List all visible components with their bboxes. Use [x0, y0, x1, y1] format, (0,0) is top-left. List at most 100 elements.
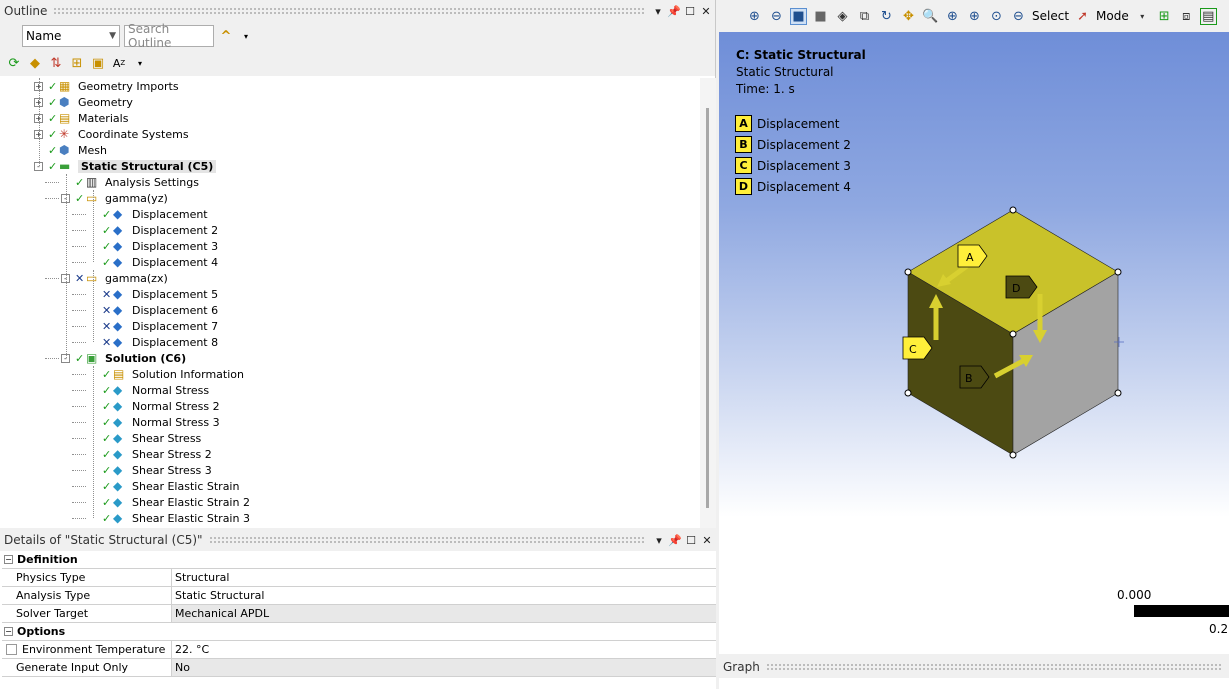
- wireframe-cube-icon[interactable]: ■: [812, 9, 829, 24]
- tree-item[interactable]: + ✓ ⬢ Geometry: [34, 94, 133, 110]
- details-property-row[interactable]: Environment Temperature 22. °C: [2, 641, 716, 659]
- pan-icon[interactable]: ✥: [900, 9, 917, 24]
- search-outline-input[interactable]: Search Outline: [124, 22, 214, 50]
- property-value[interactable]: 22. °C: [172, 641, 716, 658]
- tree-item[interactable]: ✓ ◆ Shear Elastic Strain 2: [88, 494, 250, 510]
- tag-icon[interactable]: ◆: [27, 55, 43, 71]
- display-options-icon[interactable]: ◈: [834, 9, 851, 24]
- tree-item[interactable]: ✓ ◆ Normal Stress 3: [88, 414, 220, 430]
- details-section-header[interactable]: − Options: [2, 623, 716, 641]
- chevron-down-icon: ▼: [109, 31, 116, 41]
- tree-item[interactable]: + ✓ ▤ Materials: [34, 110, 128, 126]
- tree-item[interactable]: + ✓ ▦ Geometry Imports: [34, 78, 179, 94]
- tree-item[interactable]: ✓ ◆ Normal Stress 2: [88, 398, 220, 414]
- vertex-marker[interactable]: [1114, 268, 1122, 276]
- tree-item-label: Shear Stress 3: [132, 463, 212, 477]
- window-icon[interactable]: ⧈: [1178, 9, 1195, 24]
- vertex-marker[interactable]: [904, 389, 912, 397]
- tree-item[interactable]: ✓ ◆ Displacement 3: [88, 238, 218, 254]
- tree-item[interactable]: ✓ ◆ Shear Elastic Strain: [88, 478, 239, 494]
- vertex-marker[interactable]: [1009, 451, 1017, 459]
- edges-icon[interactable]: ⧉: [856, 9, 873, 24]
- graphics-viewport[interactable]: C: Static Structural Static Structural T…: [719, 32, 1229, 654]
- chevron-down-icon[interactable]: ▾: [1134, 12, 1151, 21]
- zoom-fit-icon[interactable]: ⊕: [966, 9, 983, 24]
- outline-panel: Outline ▾ 📌 ☐ ✕ Name ▼ Search Outline ^ …: [0, 0, 716, 528]
- tree-item[interactable]: + ✓ ✳ Coordinate Systems: [34, 126, 189, 142]
- zoom-icon[interactable]: 🔍: [922, 9, 939, 24]
- tree-item[interactable]: ✓ ▤ Solution Information: [88, 366, 244, 382]
- dropdown-arrow-icon[interactable]: ▾: [652, 533, 666, 547]
- pin-icon[interactable]: 📌: [667, 4, 681, 18]
- tree-item[interactable]: ✓ ⬢ Mesh: [34, 142, 107, 158]
- collapse-icon[interactable]: −: [4, 555, 13, 564]
- close-icon[interactable]: ✕: [699, 4, 713, 18]
- displacement-icon: ◆: [113, 302, 123, 317]
- refresh-icon[interactable]: ⟳: [6, 55, 22, 71]
- parameter-checkbox[interactable]: [6, 644, 17, 655]
- tree-item-label: Shear Elastic Strain: [132, 479, 240, 493]
- tree-item[interactable]: ✓ ◆ Shear Stress 3: [88, 462, 212, 478]
- layout-icon[interactable]: ▤: [1199, 7, 1217, 25]
- tree-item[interactable]: - ✓ ▭ gamma(yz): [61, 190, 168, 206]
- filter-icon[interactable]: ▣: [90, 55, 106, 71]
- dropdown-arrow-icon[interactable]: ▾: [651, 4, 665, 18]
- tree-item[interactable]: ✓ ◆ Shear Stress: [88, 430, 201, 446]
- tree-item[interactable]: ✓ ◆ Normal Stress: [88, 382, 209, 398]
- maximize-icon[interactable]: ☐: [684, 533, 698, 547]
- tree-structure-icon[interactable]: ⊞: [1156, 9, 1173, 24]
- zoom-out-icon[interactable]: ⊖: [768, 9, 785, 24]
- cursor-icon[interactable]: ➚: [1074, 9, 1091, 24]
- property-value[interactable]: Mechanical APDL: [172, 605, 716, 622]
- filter-type-select[interactable]: Name ▼: [22, 25, 120, 47]
- mode-button[interactable]: Mode: [1096, 9, 1129, 23]
- close-icon[interactable]: ✕: [700, 533, 714, 547]
- tree-item[interactable]: ✕ ◆ Displacement 7: [88, 318, 218, 334]
- property-name-label: Physics Type: [16, 571, 86, 584]
- details-property-row[interactable]: Solver Target Mechanical APDL: [2, 605, 716, 623]
- tree-item[interactable]: - ✕ ▭ gamma(zx): [61, 270, 168, 286]
- expand-all-icon[interactable]: ⊞: [69, 55, 85, 71]
- details-property-row[interactable]: Physics Type Structural: [2, 569, 716, 587]
- shaded-cube-icon[interactable]: ■: [790, 7, 807, 25]
- rotate-icon[interactable]: ↻: [878, 9, 895, 24]
- tree-item[interactable]: - ✓ ▣ Solution (C6): [61, 350, 186, 366]
- vertex-marker[interactable]: [1114, 389, 1122, 397]
- vertex-marker[interactable]: [1009, 330, 1017, 338]
- tree-item[interactable]: ✓ ▥ Analysis Settings: [61, 174, 199, 190]
- collapse-icon[interactable]: −: [4, 627, 13, 636]
- zoom-to-fit-icon[interactable]: ⊙: [988, 9, 1005, 24]
- sort-alpha-icon[interactable]: AZ: [111, 55, 127, 71]
- sort-icon[interactable]: ⇅: [48, 55, 64, 71]
- dropdown-small-icon[interactable]: ▾: [238, 28, 254, 44]
- property-value[interactable]: Structural: [172, 569, 716, 586]
- vertex-marker[interactable]: [1009, 206, 1017, 214]
- tree-item[interactable]: ✓ ◆ Shear Elastic Strain 3: [88, 510, 250, 526]
- zoom-box-icon[interactable]: ⊕: [944, 9, 961, 24]
- tree-item[interactable]: ✕ ◆ Displacement 8: [88, 334, 218, 350]
- tree-item[interactable]: ✕ ◆ Displacement 5: [88, 286, 218, 302]
- maximize-icon[interactable]: ☐: [683, 4, 697, 18]
- tree-item-label: Displacement 6: [132, 303, 219, 317]
- zoom-in-icon[interactable]: ⊕: [746, 9, 763, 24]
- tree-item[interactable]: ✓ ◆ Displacement: [88, 206, 208, 222]
- displacement-icon: ◆: [113, 206, 123, 221]
- scrollbar-thumb[interactable]: [706, 108, 709, 508]
- details-property-row[interactable]: Generate Input Only No: [2, 659, 716, 677]
- vertex-marker[interactable]: [904, 268, 912, 276]
- chevron-up-icon[interactable]: ^: [218, 28, 234, 44]
- tree-item[interactable]: ✓ ◆ Displacement 4: [88, 254, 218, 270]
- outline-scrollbar[interactable]: [700, 78, 716, 528]
- magnifier-icon[interactable]: ⊖: [1010, 9, 1027, 24]
- pin-icon[interactable]: 📌: [668, 533, 682, 547]
- tree-item[interactable]: ✓ ◆ Displacement 2: [88, 222, 218, 238]
- tree-item[interactable]: - ✓ ▬ Static Structural (C5): [34, 158, 217, 174]
- property-value[interactable]: No: [172, 659, 716, 676]
- dropdown-small-icon[interactable]: ▾: [132, 55, 148, 71]
- details-property-row[interactable]: Analysis Type Static Structural: [2, 587, 716, 605]
- tree-item[interactable]: ✕ ◆ Displacement 6: [88, 302, 218, 318]
- select-button[interactable]: Select: [1032, 9, 1069, 23]
- details-section-header[interactable]: − Definition: [2, 551, 716, 569]
- tree-item[interactable]: ✓ ◆ Shear Stress 2: [88, 446, 212, 462]
- property-value[interactable]: Static Structural: [172, 587, 716, 604]
